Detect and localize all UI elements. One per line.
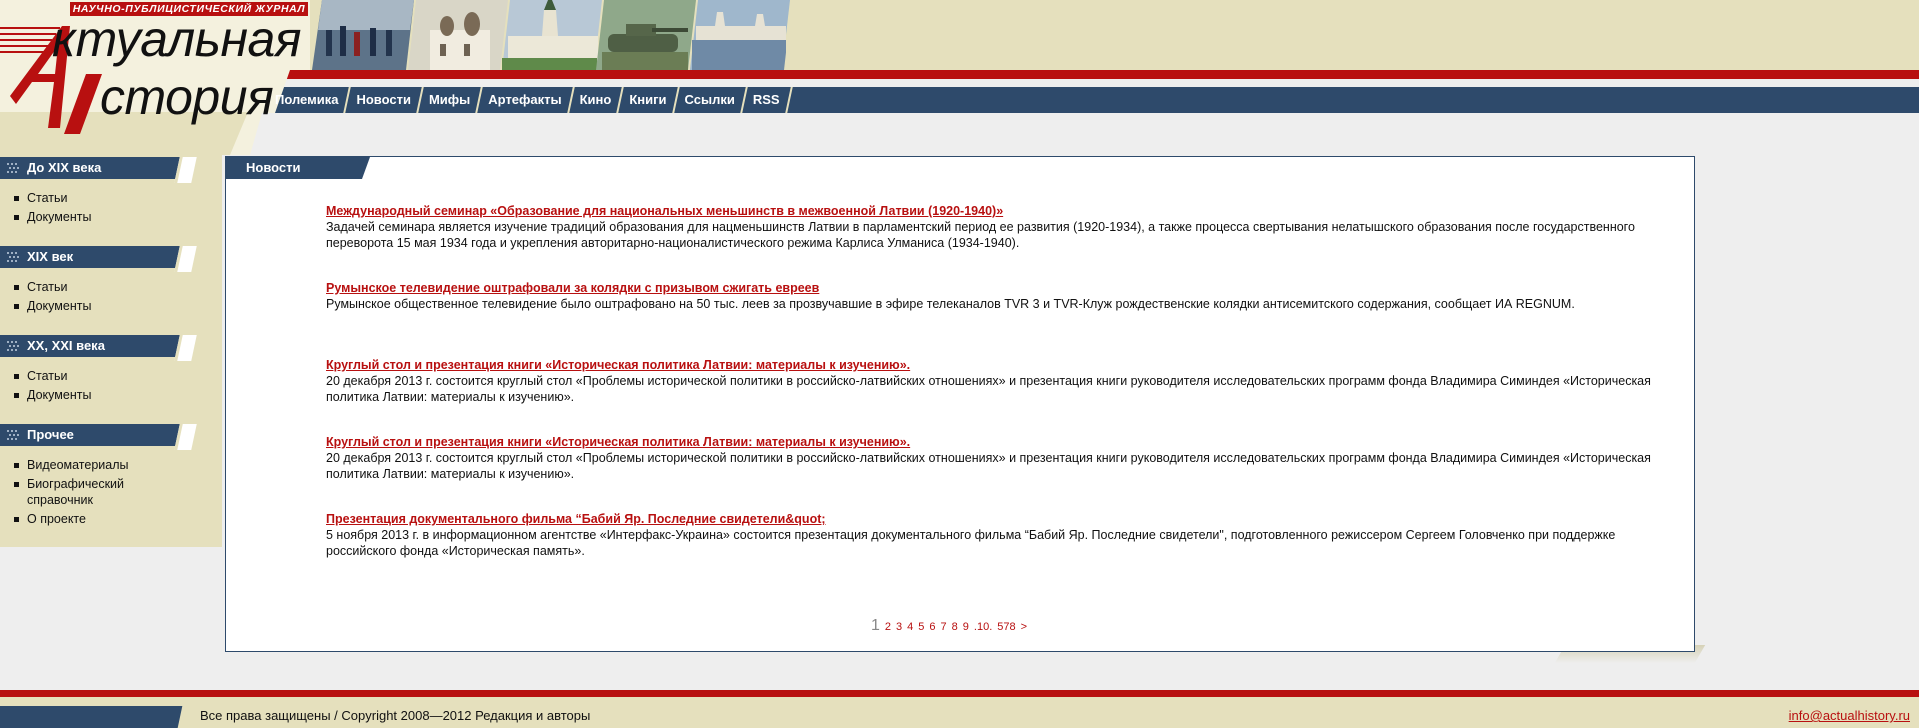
logo-word-istoriya: стория <box>100 69 274 125</box>
top-navigation: Полемика Новости Мифы Артефакты Кино Кни… <box>266 87 789 113</box>
sidebar-section-20-21[interactable]: XX, XXI века <box>0 335 197 361</box>
sidebar-section-title: Прочее <box>27 427 74 442</box>
sidebar-item-about[interactable]: О проекте <box>14 511 204 527</box>
sidebar-list-19: Статьи Документы <box>14 279 204 317</box>
nav-novosti[interactable]: Новости <box>347 87 420 113</box>
news-title-link[interactable]: Международный семинар «Образование для н… <box>326 203 1676 219</box>
sidebar-section-other[interactable]: Прочее <box>0 424 197 450</box>
monastery-walls-image <box>502 0 602 70</box>
nav-polemika[interactable]: Полемика <box>266 87 347 113</box>
nav-rss[interactable]: RSS <box>744 87 789 113</box>
news-item: Международный семинар «Образование для н… <box>326 203 1676 251</box>
news-panel: Новости Международный семинар «Образован… <box>225 156 1695 652</box>
page-current: 1 <box>871 617 880 634</box>
page-link[interactable]: 6 <box>929 621 935 633</box>
nav-ssylki[interactable]: Ссылки <box>676 87 744 113</box>
nav-kino[interactable]: Кино <box>571 87 621 113</box>
pagination: 1 2 3 4 5 6 7 8 9 .10. 578 > <box>871 617 1032 635</box>
logo-word-aktualnaya: ктуальная <box>52 11 302 67</box>
footer-email-link[interactable]: info@actualhistory.ru <box>1789 708 1910 724</box>
footer-navy-block <box>0 706 195 728</box>
next-page-link[interactable]: > <box>1021 621 1027 633</box>
page-link[interactable]: 7 <box>941 621 947 633</box>
grip-dots-icon <box>7 430 19 440</box>
sidebar-list-20-21: Статьи Документы <box>14 368 204 406</box>
news-title-link[interactable]: Круглый стол и презентация книги «Истори… <box>326 434 1676 450</box>
grip-dots-icon <box>7 163 19 173</box>
page-link[interactable]: 3 <box>896 621 902 633</box>
nav-mify[interactable]: Мифы <box>420 87 479 113</box>
news-title-link[interactable]: Круглый стол и презентация книги «Истори… <box>326 357 1676 373</box>
page-link[interactable]: 8 <box>952 621 958 633</box>
page-link[interactable]: 5 <box>918 621 924 633</box>
sidebar-section-title: До XIX века <box>27 160 102 175</box>
page-link[interactable]: 2 <box>885 621 891 633</box>
sidebar-item-documents[interactable]: Документы <box>14 298 204 314</box>
sidebar-item-articles[interactable]: Статьи <box>14 279 204 295</box>
sidebar-list-pre19: Статьи Документы <box>14 190 204 228</box>
page-link[interactable]: 4 <box>907 621 913 633</box>
sidebar-item-articles[interactable]: Статьи <box>14 190 204 206</box>
grip-dots-icon <box>7 252 19 262</box>
sidebar-section-title: XX, XXI века <box>27 338 105 353</box>
sidebar-item-documents[interactable]: Документы <box>14 387 204 403</box>
news-item: Круглый стол и презентация книги «Истори… <box>326 434 1676 482</box>
news-summary: Румынское общественное телевидение было … <box>326 297 1575 311</box>
nav-knigi[interactable]: Книги <box>620 87 675 113</box>
sidebar-item-biography[interactable]: Биографический справочник <box>14 476 137 508</box>
page-link[interactable]: 9 <box>963 621 969 633</box>
sidebar-section-title: XIX век <box>27 249 74 264</box>
sidebar-list-other: Видеоматериалы Биографический справочник… <box>14 457 204 530</box>
news-item: Круглый стол и презентация книги «Истори… <box>326 357 1676 405</box>
page-link[interactable]: .10. <box>974 621 992 633</box>
news-title-link[interactable]: Презентация документального фильма “Баби… <box>326 511 1676 527</box>
news-summary: 20 декабря 2013 г. состоится круглый сто… <box>326 374 1651 404</box>
news-item: Презентация документального фильма “Баби… <box>326 511 1676 559</box>
sidebar-section-19[interactable]: XIX век <box>0 246 197 272</box>
site-logo[interactable]: НАУЧНО-ПУБЛИЦИСТИЧЕСКИЙ ЖУРНАЛ ктуальная… <box>0 0 310 155</box>
footer-copyright: Все права защищены / Copyright 2008—2012… <box>200 708 591 723</box>
news-title-link[interactable]: Румынское телевидение оштрафовали за кол… <box>326 280 1676 296</box>
footer-red-stripe <box>0 690 1919 697</box>
page-link[interactable]: 578 <box>997 621 1015 633</box>
news-summary: Задачей семинара является изучение тради… <box>326 220 1635 250</box>
header-photo-strip <box>312 0 814 70</box>
tank-image <box>596 0 696 70</box>
news-summary: 5 ноября 2013 г. в информационном агентс… <box>326 528 1616 558</box>
sidebar-section-pre19[interactable]: До XIX века <box>0 157 197 183</box>
header-photos <box>312 0 814 70</box>
sidebar-item-video[interactable]: Видеоматериалы <box>14 457 204 473</box>
grip-dots-icon <box>7 341 19 351</box>
news-item: Румынское телевидение оштрафовали за кол… <box>326 280 1676 312</box>
nav-artefakty[interactable]: Артефакты <box>479 87 570 113</box>
soldiers-painting-image <box>312 0 414 70</box>
news-panel-title: Новости <box>246 160 301 175</box>
sidebar-item-articles[interactable]: Статьи <box>14 368 204 384</box>
church-image <box>408 0 508 70</box>
sidebar: До XIX века Статьи Документы XIX век Ста… <box>0 145 222 547</box>
news-summary: 20 декабря 2013 г. состоится круглый сто… <box>326 451 1651 481</box>
news-panel-tab: Новости <box>226 157 371 179</box>
kremlin-river-image <box>690 0 790 70</box>
sidebar-item-documents[interactable]: Документы <box>14 209 204 225</box>
